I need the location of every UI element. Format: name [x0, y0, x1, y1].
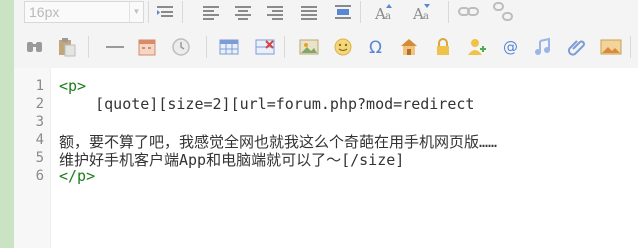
- code-line-close-tag[interactable]: </p>: [59, 167, 95, 185]
- line-number: 1: [35, 78, 44, 94]
- image-icon[interactable]: [298, 36, 320, 58]
- align-center-icon[interactable]: [232, 1, 254, 23]
- hr-icon[interactable]: [104, 36, 126, 58]
- toolbar-separator: [630, 36, 631, 58]
- svg-text:@: @: [503, 38, 518, 56]
- toolbar-separator: [182, 1, 183, 23]
- chevron-down-icon[interactable]: ▼: [129, 2, 143, 22]
- source-editor[interactable]: 1 2 3 4 5 6 <p> [quote][size=2][url=foru…: [14, 68, 638, 248]
- photo-icon[interactable]: [600, 36, 622, 58]
- toolbar-separator: [284, 36, 285, 58]
- code-line-quote[interactable]: [quote][size=2][url=forum.php?mod=redire…: [59, 95, 474, 113]
- at-icon[interactable]: @: [500, 36, 522, 58]
- calendar-icon[interactable]: [136, 36, 158, 58]
- editor-page: 16px ▼ Aa Aa Ω @ 1 2 3 4 5 6 <p> [quote]…: [0, 0, 638, 248]
- table-icon[interactable]: [218, 36, 240, 58]
- svg-text:a: a: [423, 11, 429, 22]
- smiley-icon[interactable]: [332, 36, 354, 58]
- code-line-open-tag[interactable]: <p>: [59, 77, 86, 95]
- paste-icon[interactable]: [56, 36, 78, 58]
- toolbar-separator: [88, 36, 89, 58]
- align-justify-icon[interactable]: [298, 1, 320, 23]
- user-plus-icon[interactable]: [466, 36, 488, 58]
- font-size-value: 16px: [29, 4, 60, 20]
- editor-toolbar: 16px ▼ Aa Aa Ω @: [14, 0, 638, 68]
- line-number-gutter: 1 2 3 4 5 6: [14, 68, 51, 248]
- delete-table-icon[interactable]: [254, 36, 276, 58]
- svg-text:Ω: Ω: [369, 38, 382, 57]
- toolbar-separator: [448, 1, 449, 23]
- paragraph-indent-icon[interactable]: [154, 1, 176, 23]
- align-left-icon[interactable]: [200, 1, 222, 23]
- clock-icon[interactable]: [170, 36, 192, 58]
- toolbar-separator: [206, 36, 207, 58]
- omega-icon[interactable]: Ω: [366, 36, 388, 58]
- unlink-icon[interactable]: [492, 1, 514, 23]
- code-line-text-end[interactable]: 维护好手机客户端App和电脑端就可以了～[/size]: [59, 149, 404, 170]
- font-size-select[interactable]: 16px ▼: [24, 1, 144, 23]
- house-icon[interactable]: [398, 36, 420, 58]
- attachment-icon[interactable]: [566, 36, 588, 58]
- line-number: 2: [35, 96, 44, 112]
- svg-text:a: a: [385, 11, 391, 22]
- line-number: 6: [35, 168, 44, 184]
- float-icon[interactable]: [332, 1, 354, 23]
- link-icon[interactable]: [458, 1, 480, 23]
- font-up-icon[interactable]: Aa: [374, 1, 396, 23]
- quote-icon[interactable]: [24, 36, 46, 58]
- toolbar-separator: [148, 1, 149, 23]
- toolbar-separator: [360, 1, 361, 23]
- lock-icon[interactable]: [432, 36, 454, 58]
- line-number: 3: [35, 114, 44, 130]
- line-number: 4: [35, 132, 44, 148]
- left-edge-strip: [0, 0, 14, 248]
- font-down-icon[interactable]: Aa: [412, 1, 434, 23]
- line-number: 5: [35, 150, 44, 166]
- align-right-icon[interactable]: [264, 1, 286, 23]
- music-icon[interactable]: [532, 36, 554, 58]
